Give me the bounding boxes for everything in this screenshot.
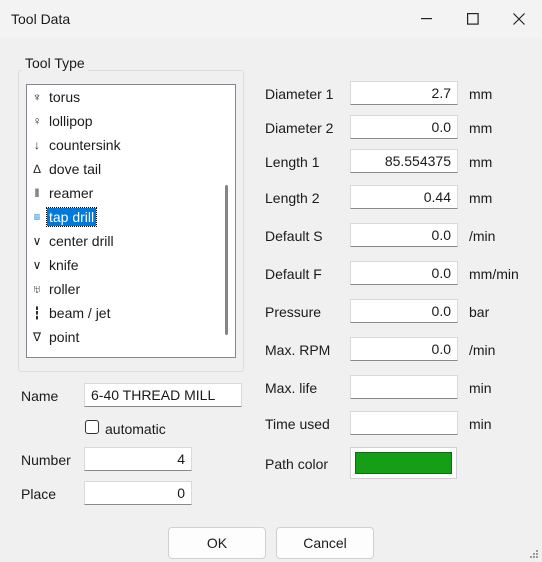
maximize-icon xyxy=(467,13,479,25)
default-f-label: Default F xyxy=(265,266,322,282)
length2-label: Length 2 xyxy=(265,190,320,206)
path-color-button[interactable] xyxy=(350,447,457,479)
close-icon xyxy=(513,13,525,25)
number-input[interactable]: 4 xyxy=(84,447,192,471)
window-title: Tool Data xyxy=(11,11,71,27)
diameter1-input[interactable]: 2.7 xyxy=(350,81,458,105)
list-scrollbar[interactable] xyxy=(219,85,235,357)
diameter1-label: Diameter 1 xyxy=(265,86,334,102)
max-rpm-unit: /min xyxy=(469,342,496,358)
automatic-checkbox[interactable] xyxy=(85,420,99,434)
tool-type-item[interactable]: ∨ center drill xyxy=(27,229,217,253)
default-f-input[interactable]: 0.0 xyxy=(350,261,458,285)
diameter2-unit: mm xyxy=(469,120,493,136)
max-life-label: Max. life xyxy=(265,380,318,396)
beam-jet-tool-icon: ┇ xyxy=(33,306,41,320)
minimize-icon xyxy=(421,18,432,20)
tool-type-list[interactable]: ♆ torus ♀ lollipop ↓ countersink ∆ dove tail ‖ re… xyxy=(26,84,236,358)
pressure-input[interactable]: 0.0 xyxy=(350,299,458,323)
tool-type-item[interactable]: ≡ tap drill xyxy=(27,205,217,229)
time-used-label: Time used xyxy=(265,416,330,432)
tool-type-item[interactable]: ∇ point xyxy=(27,325,217,349)
tool-type-item-label: tap drill xyxy=(45,207,98,227)
name-label: Name xyxy=(21,388,59,404)
tool-type-item-label: lollipop xyxy=(49,113,93,129)
knife-tool-icon: ∨ xyxy=(32,258,42,272)
tool-type-item[interactable]: ↓ countersink xyxy=(27,133,217,157)
tool-type-item-label: torus xyxy=(49,89,81,105)
max-life-input[interactable] xyxy=(350,375,458,399)
tool-type-item[interactable]: ♅ roller xyxy=(27,277,217,301)
roller-tool-icon: ♅ xyxy=(32,282,42,296)
tap-drill-tool-icon: ≡ xyxy=(33,210,41,224)
max-rpm-input[interactable]: 0.0 xyxy=(350,337,458,361)
tool-type-item-label: point xyxy=(49,329,80,345)
tool-type-item[interactable]: ∨ knife xyxy=(27,253,217,277)
name-input[interactable]: 6-40 THREAD MILL xyxy=(84,383,242,407)
time-used-unit: min xyxy=(469,416,492,432)
minimize-button[interactable] xyxy=(404,0,450,38)
length1-label: Length 1 xyxy=(265,154,320,170)
default-s-unit: /min xyxy=(469,228,496,244)
diameter2-input[interactable]: 0.0 xyxy=(350,115,458,139)
torus-tool-icon: ♆ xyxy=(32,90,42,104)
path-color-label: Path color xyxy=(265,456,329,472)
tool-type-item-label: countersink xyxy=(49,137,121,153)
close-button[interactable] xyxy=(496,0,542,38)
path-color-swatch xyxy=(355,452,452,474)
maximize-button[interactable] xyxy=(450,0,496,38)
lollipop-tool-icon: ♀ xyxy=(32,114,42,128)
length2-input[interactable]: 0.44 xyxy=(350,185,458,209)
tool-type-item-label: roller xyxy=(49,281,81,297)
tool-type-item[interactable]: ‖ reamer xyxy=(27,181,217,205)
tool-type-item-label: knife xyxy=(49,257,79,273)
max-life-unit: min xyxy=(469,380,492,396)
center-drill-tool-icon: ∨ xyxy=(32,234,42,248)
length2-unit: mm xyxy=(469,190,493,206)
tool-type-item[interactable]: ♀ lollipop xyxy=(27,109,217,133)
scrollbar-thumb[interactable] xyxy=(225,185,228,335)
default-s-input[interactable]: 0.0 xyxy=(350,223,458,247)
length1-input[interactable]: 85.554375 xyxy=(350,149,458,173)
cancel-button[interactable]: Cancel xyxy=(276,527,374,559)
tool-type-item[interactable]: ♆ torus xyxy=(27,85,217,109)
length1-unit: mm xyxy=(469,154,493,170)
diameter1-unit: mm xyxy=(469,86,493,102)
tool-type-group-label: Tool Type xyxy=(22,55,88,71)
tool-type-item-label: center drill xyxy=(49,233,114,249)
diameter2-label: Diameter 2 xyxy=(265,120,334,136)
place-input[interactable]: 0 xyxy=(84,481,192,505)
number-label: Number xyxy=(21,452,71,468)
point-tool-icon: ∇ xyxy=(32,330,42,344)
tool-type-list-items: ♆ torus ♀ lollipop ↓ countersink ∆ dove tail ‖ re… xyxy=(27,85,217,349)
tool-type-item-label: beam / jet xyxy=(49,305,111,321)
dovetail-tool-icon: ∆ xyxy=(33,162,41,176)
pressure-unit: bar xyxy=(469,304,490,320)
tool-type-item[interactable]: ┇ beam / jet xyxy=(27,301,217,325)
time-used-input[interactable] xyxy=(350,411,458,435)
reamer-tool-icon: ‖ xyxy=(34,186,40,200)
ok-button[interactable]: OK xyxy=(168,527,266,559)
tool-type-item-label: dove tail xyxy=(49,161,102,177)
place-label: Place xyxy=(21,486,57,502)
default-s-label: Default S xyxy=(265,228,323,244)
default-f-unit: mm/min xyxy=(469,266,519,282)
tool-type-item[interactable]: ∆ dove tail xyxy=(27,157,217,181)
pressure-label: Pressure xyxy=(265,304,322,320)
title-bar: Tool Data xyxy=(0,0,542,38)
automatic-label: automatic xyxy=(105,421,166,437)
countersink-tool-icon: ↓ xyxy=(34,138,40,152)
resize-grip-icon[interactable] xyxy=(529,549,539,559)
max-rpm-label: Max. RPM xyxy=(265,342,331,358)
tool-type-item-label: reamer xyxy=(49,185,94,201)
